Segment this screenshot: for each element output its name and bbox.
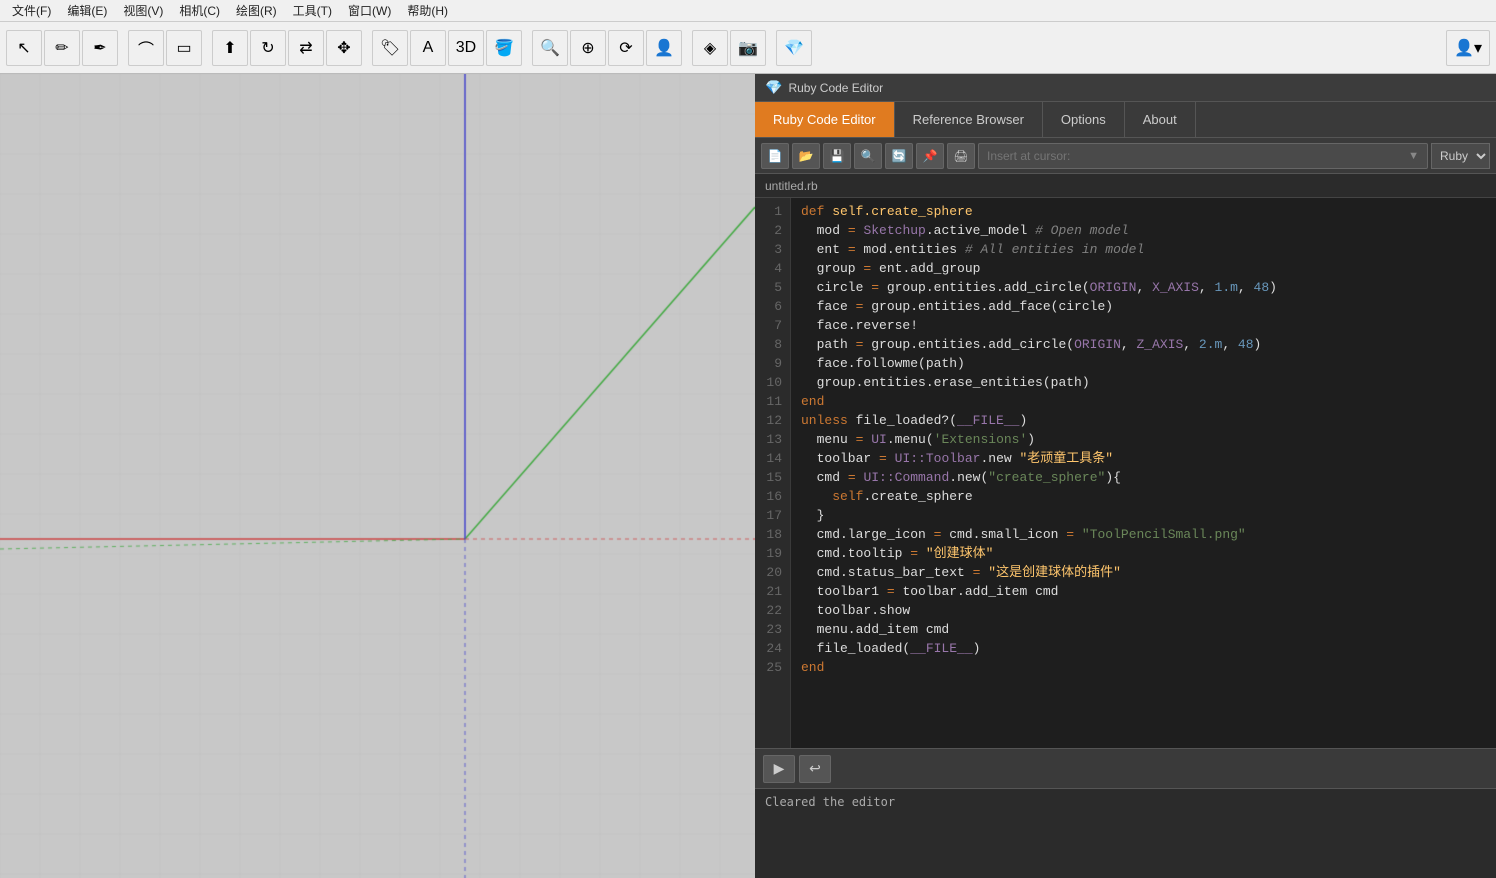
tab-options[interactable]: Options — [1043, 102, 1125, 137]
new-file-button[interactable]: 📄 — [761, 143, 789, 169]
menu-window[interactable]: 窗口(W) — [340, 0, 399, 21]
run-toolbar: ▶ ↩ — [755, 748, 1496, 788]
tool-camera[interactable]: 📷 — [730, 30, 766, 66]
tool-arc[interactable]: ⌒ — [128, 30, 164, 66]
language-select[interactable]: Ruby Text — [1431, 143, 1490, 169]
tool-zoom-ext[interactable]: ⊕ — [570, 30, 606, 66]
open-file-button[interactable]: 📂 — [792, 143, 820, 169]
tab-reference-browser[interactable]: Reference Browser — [895, 102, 1043, 137]
tab-ruby-code-editor[interactable]: Ruby Code Editor — [755, 102, 895, 137]
tool-rotate[interactable]: ↻ — [250, 30, 286, 66]
code-content[interactable]: def self.create_sphere mod = Sketchup.ac… — [791, 198, 1496, 748]
tool-rectangle[interactable]: ▭ — [166, 30, 202, 66]
sketchup-canvas[interactable] — [0, 74, 755, 878]
panel-title: Ruby Code Editor — [788, 81, 883, 95]
menu-view[interactable]: 视图(V) — [115, 0, 171, 21]
tool-move[interactable]: ✥ — [326, 30, 362, 66]
search-button[interactable]: 🔍 — [854, 143, 882, 169]
right-panel: 💎 Ruby Code Editor Ruby Code Editor Refe… — [755, 74, 1496, 878]
menu-file[interactable]: 文件(F) — [4, 0, 59, 21]
tool-select[interactable]: ↖ — [6, 30, 42, 66]
tool-pencil[interactable]: ✒ — [82, 30, 118, 66]
tool-zoom[interactable]: 🔍 — [532, 30, 568, 66]
tool-flip[interactable]: ⇄ — [288, 30, 324, 66]
main-area: 💎 Ruby Code Editor Ruby Code Editor Refe… — [0, 74, 1496, 878]
tool-3dtext[interactable]: 3D — [448, 30, 484, 66]
tool-orbit[interactable]: ⟳ — [608, 30, 644, 66]
ruby-diamond-icon: 💎 — [765, 79, 782, 96]
menu-tools[interactable]: 工具(T) — [285, 0, 340, 21]
tool-eraser[interactable]: ✏ — [44, 30, 80, 66]
tool-paint[interactable]: 🪣 — [486, 30, 522, 66]
tool-tag[interactable]: 🏷 — [372, 30, 408, 66]
menubar: 文件(F) 编辑(E) 视图(V) 相机(C) 绘图(R) 工具(T) 窗口(W… — [0, 0, 1496, 22]
tool-section[interactable]: ◈ — [692, 30, 728, 66]
tool-pushpull[interactable]: ⬆ — [212, 30, 248, 66]
clear-button[interactable]: ↩ — [799, 755, 831, 783]
filename-label: untitled.rb — [765, 179, 818, 193]
panel-titlebar: 💎 Ruby Code Editor — [755, 74, 1496, 102]
save-file-button[interactable]: 💾 — [823, 143, 851, 169]
editor-toolbar: 📄 📂 💾 🔍 🔄 📌 🖨 ▼ Ruby Text — [755, 138, 1496, 174]
tool-user[interactable]: 👤▾ — [1446, 30, 1490, 66]
menu-draw[interactable]: 绘图(R) — [228, 0, 285, 21]
tab-about[interactable]: About — [1125, 102, 1196, 137]
line-numbers: 12345 678910 1112131415 1617181920 21222… — [755, 198, 791, 748]
run-button[interactable]: ▶ — [763, 755, 795, 783]
tool-walk[interactable]: 👤 — [646, 30, 682, 66]
output-area: Cleared the editor — [755, 788, 1496, 878]
menu-help[interactable]: 帮助(H) — [399, 0, 456, 21]
tool-text[interactable]: A — [410, 30, 446, 66]
code-editor[interactable]: 12345 678910 1112131415 1617181920 21222… — [755, 198, 1496, 748]
tool-ruby[interactable]: 💎 — [776, 30, 812, 66]
tab-bar: Ruby Code Editor Reference Browser Optio… — [755, 102, 1496, 138]
print-button[interactable]: 🖨 — [947, 143, 975, 169]
insert-at-cursor-field[interactable]: ▼ — [978, 143, 1428, 169]
insert-input[interactable] — [987, 149, 1408, 163]
pin-button[interactable]: 📌 — [916, 143, 944, 169]
menu-camera[interactable]: 相机(C) — [171, 0, 228, 21]
output-text: Cleared the editor — [765, 795, 895, 809]
replace-button[interactable]: 🔄 — [885, 143, 913, 169]
menu-edit[interactable]: 编辑(E) — [59, 0, 115, 21]
filename-bar: untitled.rb — [755, 174, 1496, 198]
main-toolbar: ↖ ✏ ✒ ⌒ ▭ ⬆ ↻ ⇄ ✥ 🏷 A 3D 🪣 🔍 ⊕ ⟳ 👤 ◈ 📷 💎… — [0, 22, 1496, 74]
